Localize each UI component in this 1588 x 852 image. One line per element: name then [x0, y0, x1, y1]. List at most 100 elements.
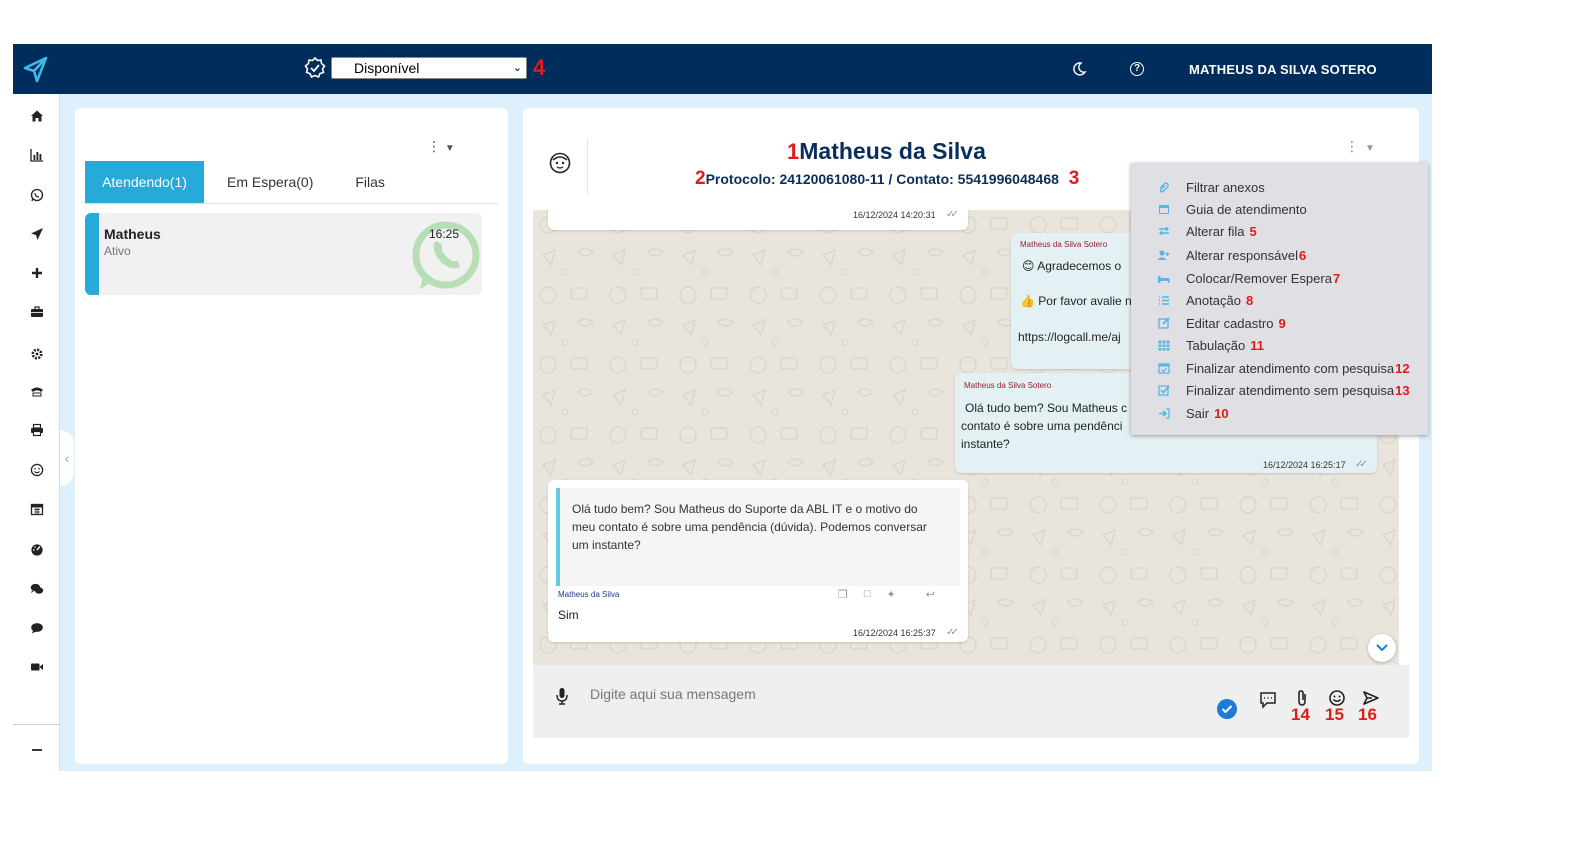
contact-name: 1Matheus da Silva — [787, 138, 986, 165]
message-link[interactable]: https://logcall.me/aj — [1018, 330, 1121, 344]
menu-item-alterar-responsavel[interactable]: Alterar responsável 6 — [1157, 246, 1306, 264]
plus-icon[interactable] — [13, 262, 60, 284]
check-icon — [1221, 705, 1233, 714]
menu-item-filtrar-anexos[interactable]: Filtrar anexos — [1157, 178, 1265, 196]
conversation-menu-button[interactable]: ⋮ ▼ — [1345, 138, 1375, 155]
chat-list-item[interactable]: Matheus Ativo 16:25 — [85, 213, 482, 295]
paperclip-icon — [1157, 181, 1170, 194]
check-square-icon — [1157, 384, 1170, 397]
menu-item-finalizar-com-pesquisa[interactable]: Finalizar atendimento com pesquisa 12 — [1157, 359, 1410, 377]
menu-item-label: Editar cadastro — [1186, 315, 1274, 331]
reply-icon[interactable]: ↩ — [926, 588, 935, 601]
menu-item-alterar-fila[interactable]: Alterar fila 5 — [1157, 222, 1257, 240]
quoted-text-line: um instante? — [572, 538, 641, 552]
app-window: Disponível ⌄ 4 ? MATHEUS DA SILVA SOTERO… — [13, 44, 1432, 771]
tab-em-espera[interactable]: Em Espera(0) — [212, 161, 328, 203]
message-text: Agradecemos o — [1037, 259, 1122, 273]
message-bubble[interactable]: 16/12/2024 14:20:31 ✓✓ — [548, 210, 968, 230]
tab-atendendo[interactable]: Atendendo(1) — [85, 161, 204, 203]
chat-status: Ativo — [104, 244, 131, 258]
status-dropdown[interactable]: Disponível ⌄ — [331, 57, 527, 79]
exchange-icon — [1157, 225, 1170, 238]
message-text-line: instante? — [961, 437, 1010, 451]
conversation-context-menu: Filtrar anexos Guia de atendimento Alter… — [1131, 163, 1428, 435]
message-input[interactable]: Digite aqui sua mensagem — [590, 686, 756, 702]
status-dropdown-value: Disponível — [354, 60, 420, 76]
video-icon[interactable] — [13, 656, 60, 678]
logo-send-icon[interactable] — [13, 44, 60, 94]
menu-item-guia-de-atendimento[interactable]: Guia de atendimento — [1157, 200, 1307, 218]
top-bar: Disponível ⌄ 4 ? MATHEUS DA SILVA SOTERO — [13, 44, 1432, 94]
chevron-down-icon: ▼ — [1365, 143, 1375, 154]
quoted-text-line: meu contato é sobre uma pendência (dúvid… — [572, 520, 927, 534]
gear-icon[interactable] — [13, 343, 60, 365]
annotation-marker: 11 — [1250, 337, 1265, 353]
menu-item-sair[interactable]: Sair 10 — [1157, 404, 1229, 422]
send-icon[interactable] — [13, 223, 60, 245]
annotation-marker: 16 — [1358, 705, 1377, 724]
menu-item-label: Finalizar atendimento com pesquisa — [1186, 360, 1395, 376]
menu-item-label: Anotação — [1186, 292, 1241, 308]
message-actions: ❐ □ ✦ ↩ — [838, 588, 935, 601]
menu-item-colocar-remover-espera[interactable]: Colocar/Remover Espera 7 — [1157, 269, 1340, 287]
menu-item-tabulacao[interactable]: Tabulação 11 — [1157, 336, 1264, 354]
pin-icon[interactable]: ✦ — [887, 588, 896, 601]
menu-item-anotacao[interactable]: Anotação 8 — [1157, 291, 1253, 309]
user-name[interactable]: MATHEUS DA SILVA SOTERO — [1189, 62, 1377, 77]
sidebar-collapse-toggle[interactable]: ‹ — [60, 430, 74, 486]
menu-item-label: Alterar responsável — [1186, 247, 1298, 263]
annotation-marker: 5 — [1249, 223, 1257, 239]
annotation-marker: 9 — [1278, 315, 1286, 331]
briefcase-icon[interactable] — [13, 301, 60, 323]
message-time: 16/12/2024 16:25:17 — [1263, 460, 1346, 470]
smile-icon[interactable] — [13, 459, 60, 481]
message-bubble[interactable]: Olá tudo bem? Sou Matheus do Suporte da … — [548, 480, 968, 642]
microphone-icon[interactable] — [555, 687, 569, 705]
copy-icon[interactable]: ❐ — [838, 588, 848, 601]
chevron-down-icon: ⌄ — [512, 62, 522, 74]
minus-icon[interactable] — [13, 739, 60, 761]
confirm-check-button[interactable] — [1217, 699, 1237, 719]
message-sender: Matheus da Silva Sotero — [1020, 240, 1108, 249]
help-icon[interactable]: ? — [1130, 62, 1144, 76]
dashboard-icon[interactable] — [13, 538, 60, 560]
message-bubble[interactable]: Matheus da Silva Sotero 😊 Agradecemos o … — [1011, 233, 1151, 369]
edit-icon — [1157, 317, 1170, 330]
annotation-marker: 13 — [1395, 382, 1410, 398]
status-check-icon — [304, 56, 326, 79]
chat-contact-name: Matheus — [104, 226, 161, 242]
user-plus-icon — [1157, 249, 1170, 262]
reply-comment-icon[interactable]: □ — [864, 588, 871, 601]
menu-item-label: Filtrar anexos — [1186, 179, 1265, 195]
menu-item-editar-cadastro[interactable]: Editar cadastro 9 — [1157, 314, 1286, 332]
quoted-message[interactable]: Olá tudo bem? Sou Matheus do Suporte da … — [556, 488, 960, 586]
print-icon[interactable] — [13, 419, 60, 441]
table-icon — [1157, 339, 1170, 352]
menu-item-label: Guia de atendimento — [1186, 201, 1307, 217]
annotation-marker: 12 — [1395, 360, 1410, 376]
chart-icon[interactable] — [13, 144, 60, 166]
protocol-info-text: Protocolo: 24120061080-11 / Contato: 554… — [705, 171, 1059, 187]
quoted-text: Olá tudo bem? Sou Matheus do Suporte da … — [572, 500, 962, 554]
more-options-icon[interactable]: ⋮ ▼ — [427, 138, 455, 155]
chat-list-tabs: Atendendo(1) Em Espera(0) Filas — [85, 161, 498, 204]
sidebar — [13, 94, 60, 771]
menu-item-finalizar-sem-pesquisa[interactable]: Finalizar atendimento sem pesquisa 13 — [1157, 381, 1410, 399]
emoji: 😊 — [1022, 259, 1035, 273]
comment-icon[interactable] — [13, 617, 60, 639]
contact-avatar-icon[interactable] — [549, 152, 571, 174]
quick-message-icon[interactable] — [1259, 691, 1277, 709]
whatsapp-icon[interactable] — [13, 184, 60, 206]
scroll-down-button[interactable] — [1368, 634, 1396, 662]
annotation-marker: 2 — [695, 168, 706, 189]
tab-filas[interactable]: Filas — [340, 161, 400, 203]
annotation-marker: 1 — [787, 139, 800, 164]
double-check-icon: ✓✓ — [946, 627, 959, 638]
home-icon[interactable] — [13, 105, 60, 127]
phone-icon[interactable] — [13, 380, 60, 402]
calendar-icon[interactable] — [13, 498, 60, 520]
moon-icon[interactable] — [1071, 61, 1087, 77]
menu-item-label: Alterar fila — [1186, 223, 1245, 239]
chat-list-panel: ⋮ ▼ Atendendo(1) Em Espera(0) Filas Math… — [75, 108, 508, 764]
comments-icon[interactable] — [13, 578, 60, 600]
